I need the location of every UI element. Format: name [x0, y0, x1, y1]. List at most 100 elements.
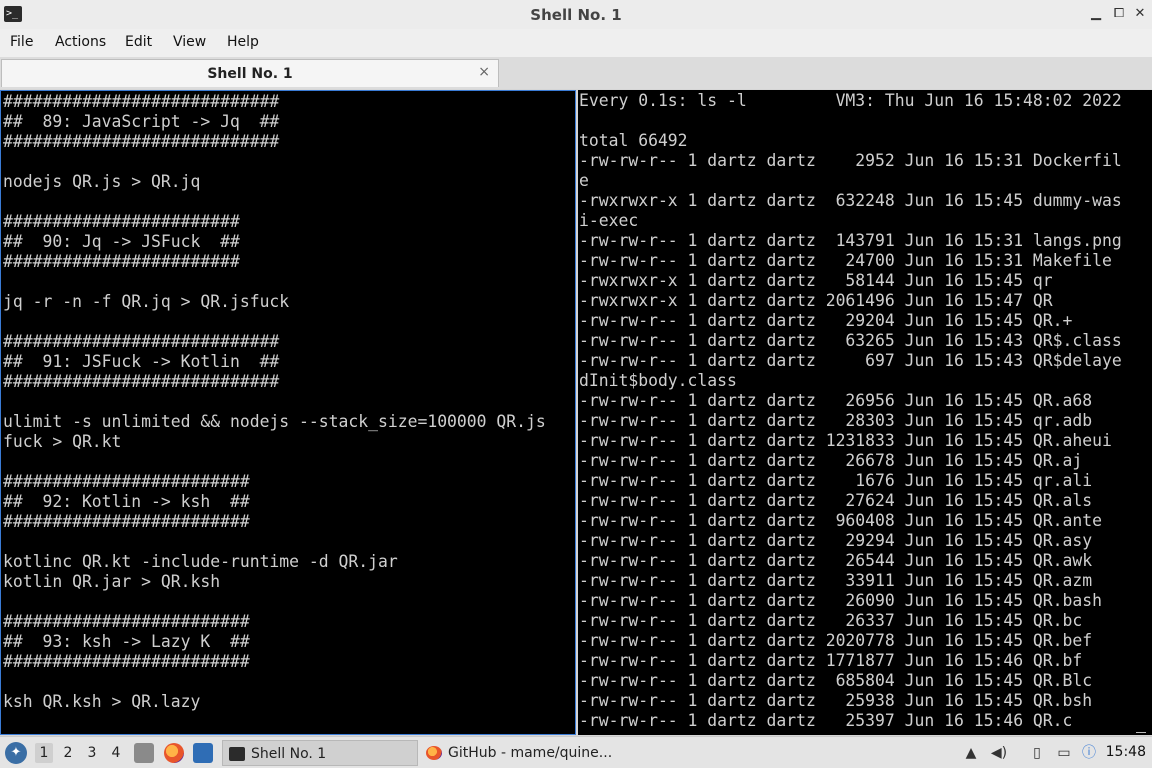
- terminal-pane-right[interactable]: Every 0.1s: ls -l VM3: Thu Jun 16 15:48:…: [578, 90, 1152, 735]
- terminal-line: fuck > QR.kt: [3, 432, 122, 451]
- tab-close-icon[interactable]: ×: [478, 64, 490, 80]
- clipboard-icon[interactable]: ▯: [1028, 744, 1046, 762]
- terminal-line: -rw-rw-r-- 1 dartz dartz 63265 Jun 16 15…: [579, 331, 1122, 350]
- terminal-line: -rw-rw-r-- 1 dartz dartz 26956 Jun 16 15…: [579, 391, 1093, 410]
- terminal-line: kotlinc QR.kt -include-runtime -d QR.jar: [3, 552, 398, 571]
- terminal-line: -rw-rw-r-- 1 dartz dartz 143791 Jun 16 1…: [579, 231, 1122, 250]
- menu-view[interactable]: View: [173, 34, 206, 50]
- workspace-1[interactable]: 1: [35, 743, 53, 763]
- task-github-firefox[interactable]: GitHub - mame/quine...: [420, 740, 620, 766]
- terminal-line: -rw-rw-r-- 1 dartz dartz 2020778 Jun 16 …: [579, 631, 1093, 650]
- terminal-line: -rw-rw-r-- 1 dartz dartz 26678 Jun 16 15…: [579, 451, 1083, 470]
- info-icon[interactable]: ⓘ: [1080, 744, 1098, 762]
- workspace-3[interactable]: 3: [83, 743, 101, 763]
- file-manager-icon[interactable]: [134, 743, 154, 763]
- task-label: GitHub - mame/quine...: [448, 745, 613, 761]
- tab-label: Shell No. 1: [207, 66, 293, 82]
- terminal-output-right: Every 0.1s: ls -l VM3: Thu Jun 16 15:48:…: [579, 91, 1122, 731]
- terminal-line: -rw-rw-r-- 1 dartz dartz 1771877 Jun 16 …: [579, 651, 1083, 670]
- terminal-line: -rw-rw-r-- 1 dartz dartz 25397 Jun 16 15…: [579, 711, 1073, 730]
- terminal-line: ## 92: Kotlin -> ksh ##: [3, 492, 250, 511]
- terminal-line: ############################: [3, 132, 280, 151]
- terminal-line: #########################: [3, 652, 250, 671]
- terminal-line: nodejs QR.js > QR.jq: [3, 172, 201, 191]
- task-shell-no-1[interactable]: Shell No. 1: [222, 740, 418, 766]
- terminal-line: -rw-rw-r-- 1 dartz dartz 26090 Jun 16 15…: [579, 591, 1103, 610]
- menu-bar: File Actions Edit View Help: [0, 29, 1152, 57]
- terminal-line: -rw-rw-r-- 1 dartz dartz 24700 Jun 16 15…: [579, 251, 1112, 270]
- terminal-line: -rwxrwxr-x 1 dartz dartz 632248 Jun 16 1…: [579, 191, 1122, 210]
- terminal-line: i-exec: [579, 211, 639, 230]
- tab-bar: Shell No. 1 ×: [0, 57, 1152, 89]
- taskbar: ✦ 1 2 3 4 Shell No. 1 GitHub - mame/quin…: [0, 736, 1152, 768]
- maximize-button[interactable]: ⧠: [1110, 6, 1128, 22]
- terminal-line: -rw-rw-r-- 1 dartz dartz 26337 Jun 16 15…: [579, 611, 1083, 630]
- terminal-line: #########################: [3, 612, 250, 631]
- cursor-mark: [1136, 732, 1146, 733]
- terminal-line: -rw-rw-r-- 1 dartz dartz 29294 Jun 16 15…: [579, 531, 1093, 550]
- minimize-button[interactable]: ▁: [1087, 6, 1105, 22]
- terminal-line: -rw-rw-r-- 1 dartz dartz 29204 Jun 16 15…: [579, 311, 1073, 330]
- terminal-line: e: [579, 171, 589, 190]
- clock[interactable]: 15:48: [1106, 744, 1146, 760]
- terminal-line: -rw-rw-r-- 1 dartz dartz 685804 Jun 16 1…: [579, 671, 1093, 690]
- menu-edit[interactable]: Edit: [125, 34, 152, 50]
- terminal-line: -rw-rw-r-- 1 dartz dartz 33911 Jun 16 15…: [579, 571, 1093, 590]
- window-title: Shell No. 1: [530, 6, 622, 24]
- terminal-line: #########################: [3, 472, 250, 491]
- battery-icon[interactable]: ▲: [962, 744, 980, 762]
- task-label: Shell No. 1: [251, 746, 327, 762]
- firefox-icon: [426, 746, 442, 760]
- terminal-line: kotlin QR.jar > QR.ksh: [3, 572, 221, 591]
- menu-help[interactable]: Help: [227, 34, 259, 50]
- terminal-line: -rwxrwxr-x 1 dartz dartz 58144 Jun 16 15…: [579, 271, 1053, 290]
- menu-actions[interactable]: Actions: [55, 34, 106, 50]
- terminal-line: -rw-rw-r-- 1 dartz dartz 697 Jun 16 15:4…: [579, 351, 1122, 370]
- terminal-icon: [229, 747, 245, 761]
- terminal-line: ########################: [3, 212, 240, 231]
- terminal-pane-left[interactable]: ############################ ## 89: JavaS…: [0, 90, 576, 735]
- window-titlebar[interactable]: >_ Shell No. 1 ▁ ⧠ ✕: [0, 0, 1152, 30]
- tab-shell-1[interactable]: Shell No. 1 ×: [1, 59, 499, 87]
- terminal-line: ## 91: JSFuck -> Kotlin ##: [3, 352, 280, 371]
- close-window-button[interactable]: ✕: [1131, 6, 1149, 22]
- terminal-line: ############################: [3, 372, 280, 391]
- terminal-line: -rw-rw-r-- 1 dartz dartz 2952 Jun 16 15:…: [579, 151, 1122, 170]
- terminal-line: Every 0.1s: ls -l VM3: Thu Jun 16 15:48:…: [579, 91, 1122, 110]
- terminal-line: ## 93: ksh -> Lazy K ##: [3, 632, 250, 651]
- show-desktop-icon[interactable]: [193, 743, 213, 763]
- lxqt-logo-icon[interactable]: ✦: [5, 742, 27, 764]
- terminal-line: total 66492: [579, 131, 688, 150]
- terminal-line: -rw-rw-r-- 1 dartz dartz 25938 Jun 16 15…: [579, 691, 1093, 710]
- workspace-2[interactable]: 2: [59, 743, 77, 763]
- terminal-line: ulimit -s unlimited && nodejs --stack_si…: [3, 412, 546, 431]
- terminal-line: -rw-rw-r-- 1 dartz dartz 28303 Jun 16 15…: [579, 411, 1093, 430]
- terminal-line: ## 89: JavaScript -> Jq ##: [3, 112, 280, 131]
- firefox-icon[interactable]: [164, 743, 184, 763]
- volume-icon[interactable]: ◀): [990, 744, 1008, 762]
- terminal-line: -rwxrwxr-x 1 dartz dartz 2061496 Jun 16 …: [579, 291, 1053, 310]
- terminal-line: -rw-rw-r-- 1 dartz dartz 27624 Jun 16 15…: [579, 491, 1093, 510]
- terminal-line: -rw-rw-r-- 1 dartz dartz 1676 Jun 16 15:…: [579, 471, 1093, 490]
- terminal-line: ########################: [3, 252, 240, 271]
- terminal-line: ## 90: Jq -> JSFuck ##: [3, 232, 240, 251]
- terminal-line: ############################: [3, 92, 280, 111]
- terminal-line: -rw-rw-r-- 1 dartz dartz 960408 Jun 16 1…: [579, 511, 1103, 530]
- terminal-line: ############################: [3, 332, 280, 351]
- workspace-4[interactable]: 4: [107, 743, 125, 763]
- terminal-line: dInit$body.class: [579, 371, 737, 390]
- network-icon[interactable]: ▭: [1055, 744, 1073, 762]
- terminal-output-left: ############################ ## 89: JavaS…: [3, 92, 546, 732]
- menu-file[interactable]: File: [10, 34, 33, 50]
- terminal-line: #########################: [3, 512, 250, 531]
- terminal-line: ksh QR.ksh > QR.lazy: [3, 692, 201, 711]
